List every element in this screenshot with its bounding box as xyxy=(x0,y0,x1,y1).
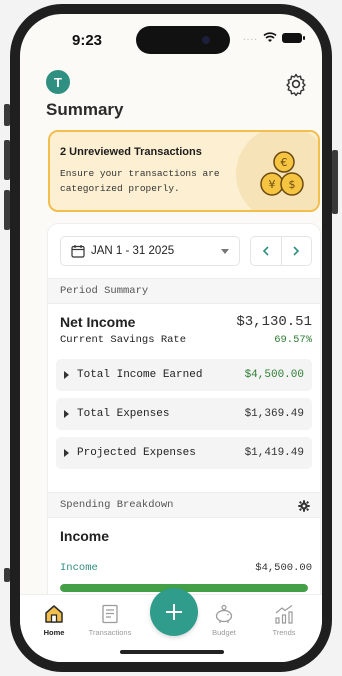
total-expenses-row[interactable]: Total Expenses $1,369.49 xyxy=(56,398,312,430)
tab-label: Home xyxy=(43,628,65,637)
tab-budget[interactable]: Budget xyxy=(200,603,248,637)
page-title: Summary xyxy=(46,100,124,119)
alert-body: Ensure your transactions are categorized… xyxy=(60,168,220,194)
savings-rate-label: Current Savings Rate xyxy=(60,334,187,346)
tab-trends[interactable]: Trends xyxy=(260,603,308,637)
add-transaction-button[interactable] xyxy=(150,588,198,636)
expand-triangle-icon xyxy=(64,410,69,418)
spending-breakdown-heading: Spending Breakdown xyxy=(48,492,320,518)
savings-rate-value: 69.57% xyxy=(274,334,312,346)
projected-expenses-row[interactable]: Projected Expenses $1,419.49 xyxy=(56,437,312,469)
tab-label: Trends xyxy=(272,628,296,637)
row-value: $1,369.49 xyxy=(244,408,304,420)
coins-icon: € ¥ $ xyxy=(260,151,304,196)
dynamic-island xyxy=(136,26,230,54)
trends-icon xyxy=(275,605,293,624)
home-icon xyxy=(45,605,63,623)
date-range-label: JAN 1 - 31 2025 xyxy=(91,245,175,257)
svg-text:$: $ xyxy=(289,178,296,191)
row-label: Total Income Earned xyxy=(77,369,203,381)
tab-home[interactable]: Home xyxy=(30,603,78,637)
income-section-title: Income xyxy=(60,528,110,544)
row-value: $1,419.49 xyxy=(244,447,304,459)
calendar-icon xyxy=(71,245,85,258)
income-category-label[interactable]: Income xyxy=(60,562,98,574)
chevron-down-icon xyxy=(221,248,229,254)
net-income-label: Net Income xyxy=(60,314,136,330)
status-time: 9:23 xyxy=(72,32,103,49)
plus-icon xyxy=(166,604,182,620)
prev-period-button[interactable] xyxy=(251,237,281,265)
period-summary-heading-label: Period Summary xyxy=(60,285,149,297)
avatar[interactable]: T xyxy=(46,70,70,94)
date-range-select[interactable]: JAN 1 - 31 2025 xyxy=(60,236,240,266)
chevron-left-icon xyxy=(262,246,269,256)
home-indicator xyxy=(120,650,224,654)
total-income-row[interactable]: Total Income Earned $4,500.00 xyxy=(56,359,312,391)
gear-icon[interactable] xyxy=(284,72,308,96)
phone-frame: 9:23 .... T Summary 2 Unreviewed Transac… xyxy=(10,4,332,672)
receipt-icon xyxy=(102,604,118,624)
expand-triangle-icon xyxy=(64,449,69,457)
piggy-bank-icon xyxy=(215,604,233,623)
wifi-icon xyxy=(263,32,277,42)
signal-icon: .... xyxy=(242,32,258,43)
expand-triangle-icon xyxy=(64,371,69,379)
svg-text:€: € xyxy=(281,156,288,169)
net-income-value: $3,130.51 xyxy=(236,314,312,330)
chevron-right-icon xyxy=(293,246,300,256)
income-category-value: $4,500.00 xyxy=(255,562,312,574)
period-nav xyxy=(250,236,312,266)
camera-dot xyxy=(202,36,210,44)
spending-breakdown-heading-label: Spending Breakdown xyxy=(60,499,174,511)
tab-label: Transactions xyxy=(88,628,132,637)
period-summary-heading: Period Summary xyxy=(48,278,320,304)
row-label: Projected Expenses xyxy=(77,447,196,459)
alert-title: 2 Unreviewed Transactions xyxy=(60,146,202,158)
row-label: Total Expenses xyxy=(77,408,170,420)
next-period-button[interactable] xyxy=(280,237,312,265)
unreviewed-alert-card[interactable]: 2 Unreviewed Transactions Ensure your tr… xyxy=(48,130,320,212)
gear-icon[interactable] xyxy=(298,500,310,512)
row-value: $4,500.00 xyxy=(244,369,304,381)
power-button xyxy=(332,150,338,214)
battery-icon xyxy=(282,32,305,43)
tab-label: Budget xyxy=(212,628,236,637)
status-icons: .... xyxy=(242,32,305,43)
tab-transactions[interactable]: Transactions xyxy=(86,603,134,637)
app-screen: 9:23 .... T Summary 2 Unreviewed Transac… xyxy=(20,14,322,662)
summary-card: JAN 1 - 31 2025 Period Summary Net Incom… xyxy=(48,224,320,624)
svg-text:¥: ¥ xyxy=(269,178,276,191)
